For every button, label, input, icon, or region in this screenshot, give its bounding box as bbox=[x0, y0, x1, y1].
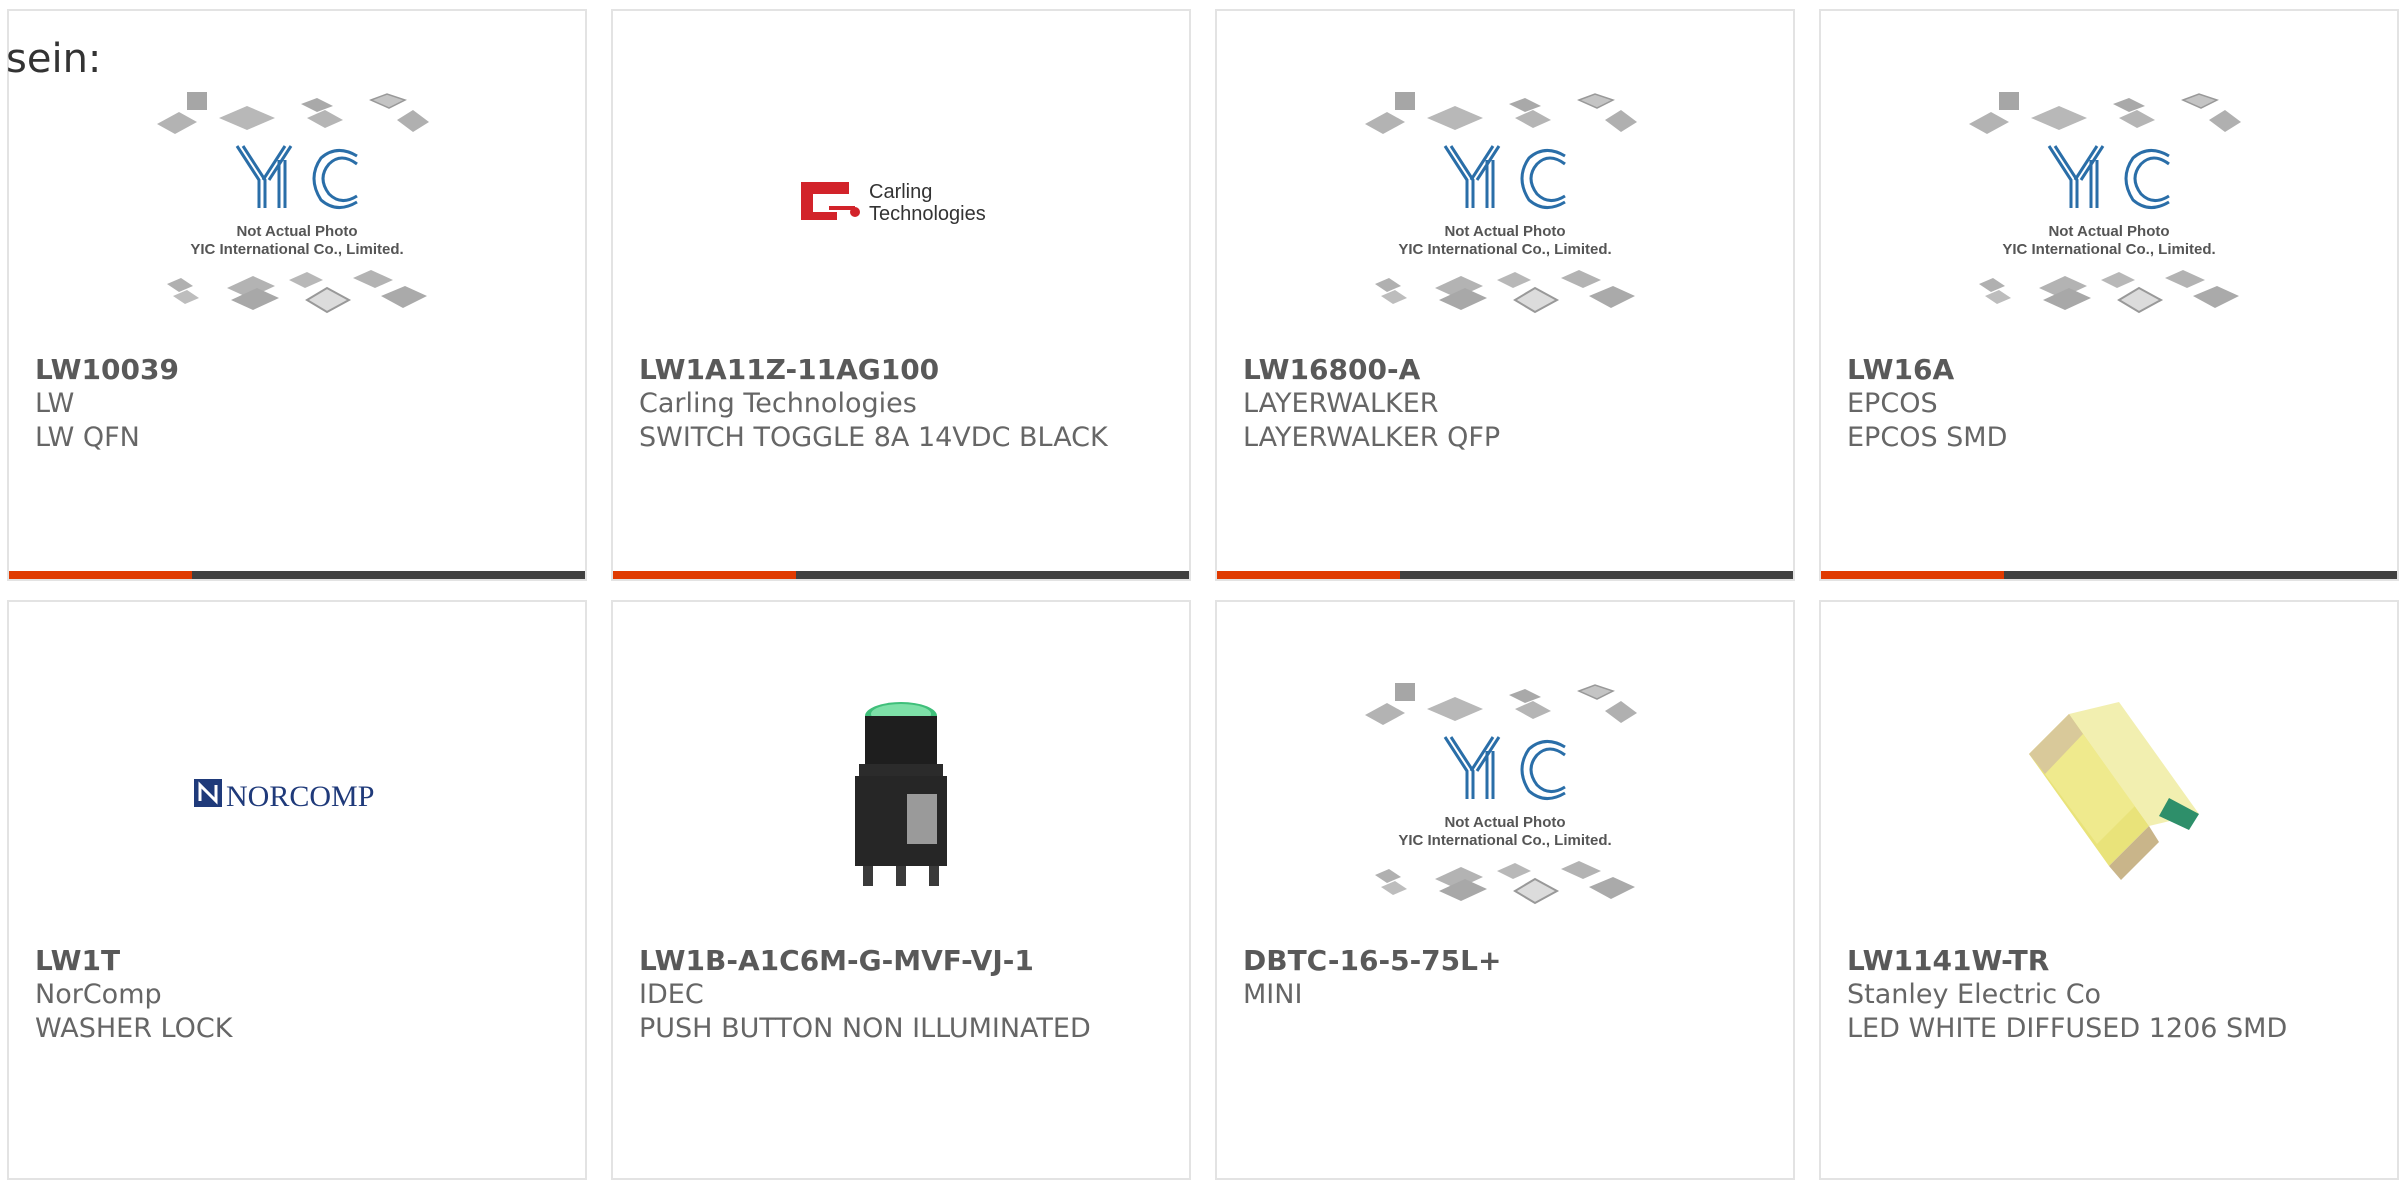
placeholder-image bbox=[1365, 90, 1639, 314]
product-card[interactable]: LW1141W-TR Stanley Electric Co LED WHITE… bbox=[1819, 600, 2399, 1180]
part-number[interactable]: LW16800-A bbox=[1243, 353, 1773, 387]
product-card[interactable]: NORCOMP LW1T NorComp WASHER LOCK bbox=[7, 600, 587, 1180]
product-card[interactable]: DBTC-16-5-75L+ MINI bbox=[1215, 600, 1795, 1180]
svg-text:NORCOMP: NORCOMP bbox=[226, 780, 374, 813]
description: WASHER LOCK bbox=[35, 1013, 233, 1044]
part-number[interactable]: LW16A bbox=[1847, 353, 2377, 387]
card-bar bbox=[1821, 571, 2397, 579]
product-image[interactable] bbox=[1217, 53, 1793, 353]
manufacturer: LW bbox=[35, 388, 75, 419]
manufacturer: Stanley Electric Co bbox=[1847, 979, 2102, 1010]
product-card[interactable]: LW1B-A1C6M-G-MVF-VJ-1 IDEC PUSH BUTTON N… bbox=[611, 600, 1191, 1180]
card-bar bbox=[613, 571, 1189, 579]
product-card[interactable]: LW16A EPCOS EPCOS SMD bbox=[1819, 9, 2399, 581]
manufacturer: IDEC bbox=[639, 979, 704, 1010]
svg-text:Technologies: Technologies bbox=[869, 203, 986, 225]
part-number[interactable]: LW10039 bbox=[35, 353, 565, 387]
carling-logo: Carling Technologies bbox=[801, 181, 986, 225]
led-photo bbox=[2029, 702, 2199, 880]
part-number[interactable]: LW1T bbox=[35, 944, 565, 978]
description: SWITCH TOGGLE 8A 14VDC BLACK bbox=[639, 422, 1108, 453]
placeholder-image bbox=[157, 90, 431, 314]
description: PUSH BUTTON NON ILLUMINATED bbox=[639, 1013, 1091, 1044]
manufacturer: MINI bbox=[1243, 979, 1303, 1010]
norcomp-logo: NORCOMP bbox=[194, 779, 374, 813]
description: LW QFN bbox=[35, 422, 140, 453]
placeholder-image bbox=[1365, 681, 1639, 905]
part-number[interactable]: LW1141W-TR bbox=[1847, 944, 2377, 978]
description: LAYERWALKER QFP bbox=[1243, 422, 1501, 453]
product-image[interactable] bbox=[9, 53, 585, 353]
description: EPCOS SMD bbox=[1847, 422, 2008, 453]
part-number[interactable]: LW1B-A1C6M-G-MVF-VJ-1 bbox=[639, 944, 1169, 978]
card-bar bbox=[9, 571, 585, 579]
product-image[interactable] bbox=[613, 644, 1189, 944]
description: LED WHITE DIFFUSED 1206 SMD bbox=[1847, 1013, 2288, 1044]
manufacturer: NorComp bbox=[35, 979, 162, 1010]
manufacturer: EPCOS bbox=[1847, 388, 1938, 419]
push-button-photo bbox=[855, 702, 947, 886]
part-number[interactable]: LW1A11Z-11AG100 bbox=[639, 353, 1169, 387]
intro-text: sein: bbox=[6, 36, 102, 82]
product-image[interactable]: NORCOMP bbox=[9, 644, 585, 944]
product-card[interactable]: LW16800-A LAYERWALKER LAYERWALKER QFP bbox=[1215, 9, 1795, 581]
svg-text:Carling: Carling bbox=[869, 181, 932, 203]
product-image[interactable]: Carling Technologies bbox=[613, 53, 1189, 353]
placeholder-image bbox=[1969, 90, 2243, 314]
card-bar bbox=[1217, 571, 1793, 579]
product-card[interactable]: Carling Technologies LW1A11Z-11AG100 Car… bbox=[611, 9, 1191, 581]
product-card[interactable]: LW10039 LW LW QFN bbox=[7, 9, 587, 581]
manufacturer: LAYERWALKER bbox=[1243, 388, 1439, 419]
product-image[interactable] bbox=[1217, 644, 1793, 944]
product-image[interactable] bbox=[1821, 644, 2397, 944]
manufacturer: Carling Technologies bbox=[639, 388, 917, 419]
product-image[interactable] bbox=[1821, 53, 2397, 353]
part-number[interactable]: DBTC-16-5-75L+ bbox=[1243, 944, 1773, 978]
